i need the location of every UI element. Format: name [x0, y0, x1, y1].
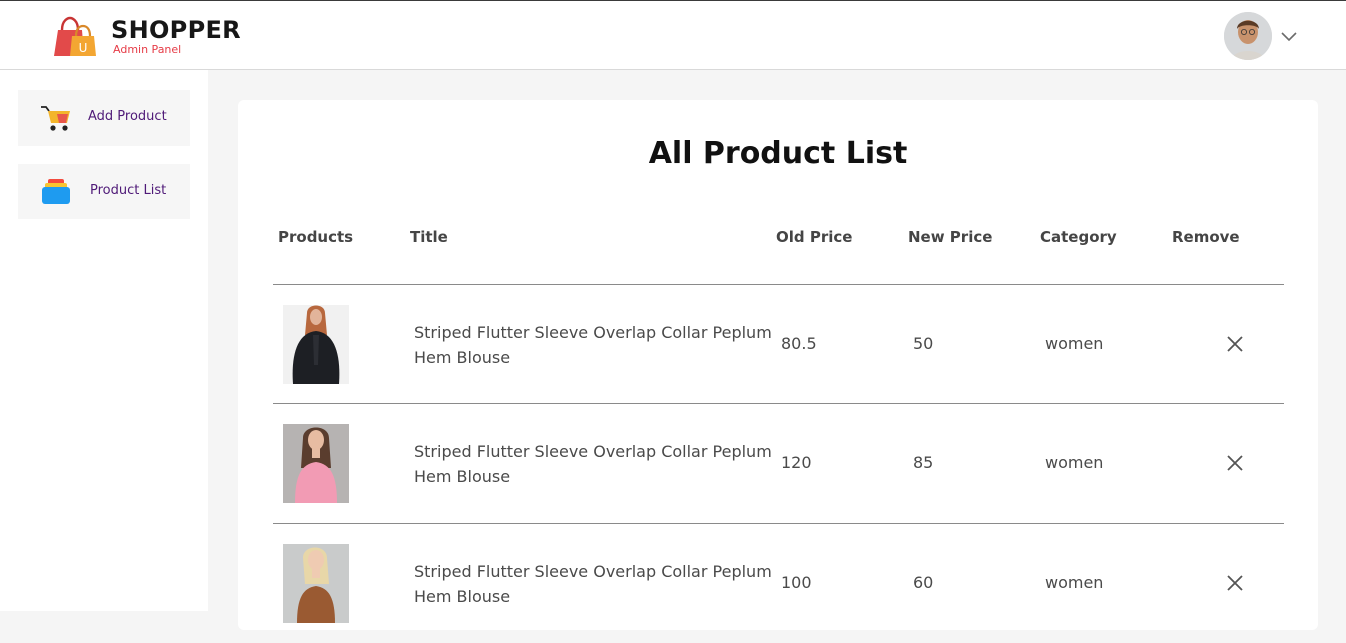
- chevron-down-icon[interactable]: [1280, 28, 1298, 42]
- old-price: 80.5: [781, 334, 817, 353]
- table-row: Striped Flutter Sleeve Overlap Collar Pe…: [238, 524, 1318, 643]
- top-navbar: U SHOPPER Admin Panel: [0, 0, 1346, 70]
- brand-subtitle: Admin Panel: [113, 43, 182, 56]
- category: women: [1045, 334, 1104, 353]
- category: women: [1045, 573, 1104, 592]
- product-list-panel: All Product List Products Title Old Pric…: [238, 100, 1318, 630]
- column-header-old-price: Old Price: [776, 228, 853, 246]
- sidebar-item-label: Product List: [90, 183, 167, 198]
- remove-icon[interactable]: [1226, 454, 1244, 472]
- product-image: [283, 544, 349, 623]
- cart-icon: [40, 103, 72, 133]
- column-header-title: Title: [410, 228, 448, 246]
- svg-text:U: U: [79, 41, 88, 55]
- stack-icon: [40, 177, 72, 207]
- old-price: 100: [781, 573, 812, 592]
- column-header-category: Category: [1040, 228, 1117, 246]
- new-price: 85: [913, 453, 934, 472]
- product-title: Striped Flutter Sleeve Overlap Collar Pe…: [414, 442, 772, 486]
- sidebar-item-add-product[interactable]: Add Product: [18, 90, 190, 146]
- category: women: [1045, 453, 1104, 472]
- product-title: Striped Flutter Sleeve Overlap Collar Pe…: [414, 562, 772, 606]
- user-avatar[interactable]: [1224, 12, 1272, 60]
- new-price: 50: [913, 334, 934, 353]
- product-title: Striped Flutter Sleeve Overlap Collar Pe…: [414, 323, 772, 367]
- sidebar-item-label: Add Product: [88, 109, 167, 124]
- product-image: [283, 424, 349, 503]
- brand-name: SHOPPER: [111, 16, 241, 44]
- remove-icon[interactable]: [1226, 574, 1244, 592]
- product-image: [283, 305, 349, 384]
- page-title: All Product List: [648, 136, 908, 171]
- shopping-bag-icon: U: [52, 14, 98, 58]
- table-row: Striped Flutter Sleeve Overlap Collar Pe…: [238, 285, 1318, 404]
- column-header-new-price: New Price: [908, 228, 993, 246]
- column-header-products: Products: [278, 228, 354, 246]
- remove-icon[interactable]: [1226, 335, 1244, 353]
- table-row: Striped Flutter Sleeve Overlap Collar Pe…: [238, 404, 1318, 523]
- old-price: 120: [781, 453, 812, 472]
- column-header-remove: Remove: [1172, 228, 1240, 246]
- sidebar: Add Product Product List: [0, 70, 208, 611]
- sidebar-item-product-list[interactable]: Product List: [18, 164, 190, 219]
- new-price: 60: [913, 573, 934, 592]
